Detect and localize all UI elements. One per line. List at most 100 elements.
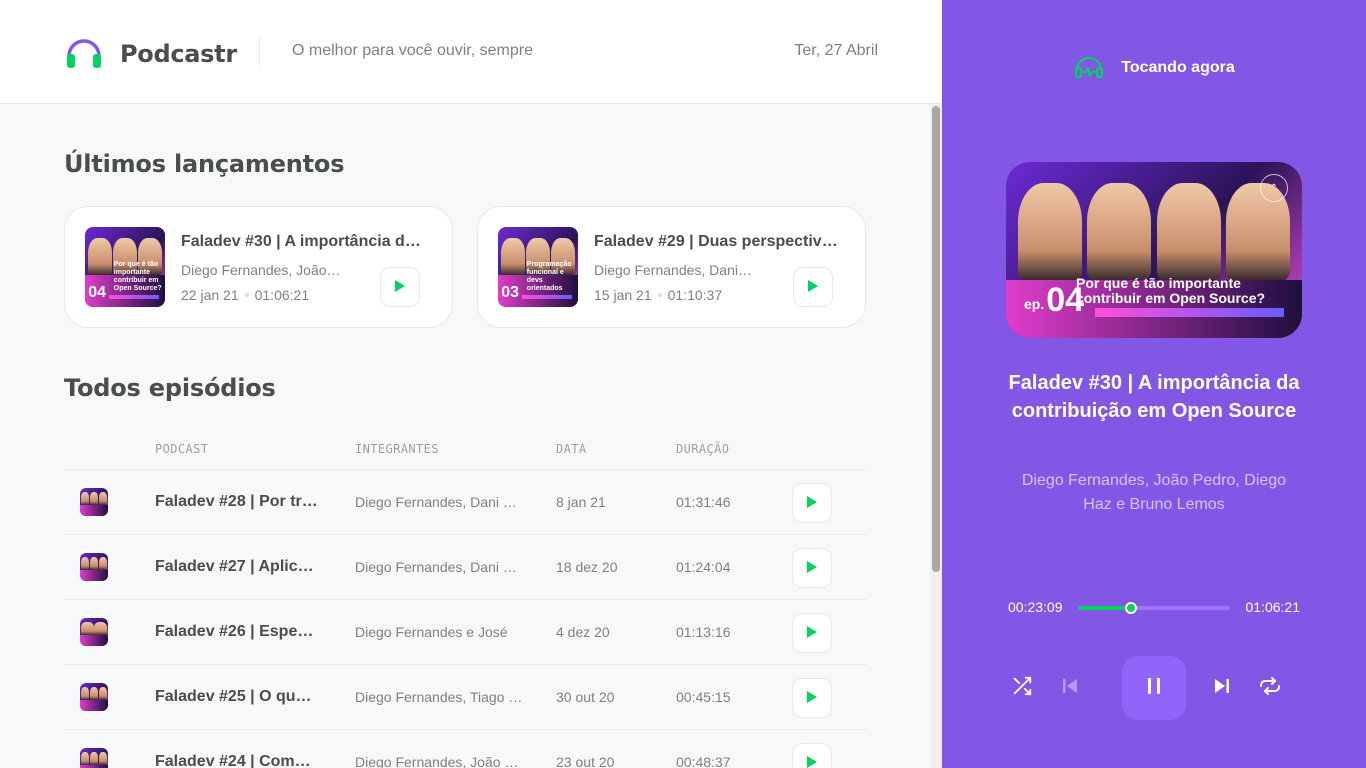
episode-title[interactable]: Faladev #29 | Duas perspectivas sobre o … [594,233,838,251]
now-playing-members: Diego Fernandes, João Pedro, Diego Haz e… [1021,472,1287,513]
episode-duration: 00:45:15 [676,689,731,705]
column-header-date: DATA [556,442,587,456]
episode-thumbnail: 03 Programação funcional e devs orientad… [498,227,578,307]
next-icon [1212,676,1232,700]
episode-duration: 01:31:46 [676,494,731,510]
play-icon [394,278,406,297]
episode-date: 23 out 20 [556,754,615,768]
episode-cover: ep.04 Por que é tão importante contribui… [1006,162,1302,338]
table-row[interactable]: Faladev #24 | Comunidade Diego Fernandes… [64,730,866,768]
pause-icon [1143,675,1165,701]
headphones-logo-icon [64,32,104,76]
repeat-icon [1258,674,1282,702]
episode-title[interactable]: Faladev #27 | Aplicações reais [155,558,320,576]
episode-title[interactable]: Faladev #25 | O que faz um bom dev [155,688,320,706]
next-button[interactable] [1206,672,1238,704]
shuffle-button[interactable] [1006,672,1038,704]
header-divider [259,36,260,66]
latest-section-title: Últimos lançamentos [64,150,345,178]
episode-duration: 01:06:21 [254,287,310,303]
thumbnail-episode-number: 03 [501,284,519,302]
current-date: Ter, 27 Abril [794,42,878,59]
app-name: Podcastr [120,40,237,68]
episode-thumbnail: 04 Por que é tão importante contribuir e… [85,227,165,307]
play-episode-button[interactable] [792,613,832,653]
thumbnail-episode-number: 04 [88,284,106,302]
progress-handle[interactable] [1125,602,1138,614]
scrollbar[interactable] [930,104,942,768]
episode-duration: 01:24:04 [676,559,731,575]
player-panel: Tocando agora ep.04 Por que é tão import… [942,0,1366,768]
play-episode-button[interactable] [380,267,420,307]
episode-members: Diego Fernandes, Tiago Luchtenberg [355,689,525,705]
episode-title[interactable]: Faladev #30 | A importância da contribui… [181,233,425,251]
logo[interactable]: Podcastr [64,32,237,76]
play-episode-button[interactable] [792,743,832,768]
play-icon [806,689,818,708]
play-icon [806,494,818,513]
episode-thumbnail [80,618,108,646]
previous-icon [1060,676,1080,700]
episode-title[interactable]: Faladev #24 | Comunidade [155,753,320,768]
all-episodes-section-title: Todos episódios [64,374,276,402]
cover-caption: Por que é tão importante contribuir em O… [1076,275,1266,306]
episode-date: 8 jan 21 [556,494,606,510]
shuffle-icon [1011,675,1033,701]
player-controls [1006,656,1302,720]
headphones-pulse-icon [1073,50,1105,86]
play-episode-button[interactable] [793,267,833,307]
episode-date: 4 dez 20 [556,624,610,640]
play-icon [807,278,819,297]
now-playing-title: Faladev #30 | A importância da contribui… [1008,372,1300,422]
episode-date: 22 jan 21 [181,287,239,303]
episode-meta: 15 jan 21 01:10:37 [594,287,722,303]
episode-duration: 01:13:16 [676,624,731,640]
play-episode-button[interactable] [792,548,832,588]
play-episode-button[interactable] [792,483,832,523]
previous-button[interactable] [1054,672,1086,704]
progress-slider[interactable] [1078,602,1230,614]
episode-duration: 01:10:37 [667,287,723,303]
total-time: 01:06:21 [1245,599,1301,615]
episode-title[interactable]: Faladev #28 | Por trás do código [155,493,320,511]
column-header-duration: DURAÇÃO [676,442,730,456]
show-logo-icon: ⌃ [1260,174,1288,202]
latest-episode-card[interactable]: 04 Por que é tão importante contribuir e… [64,206,453,328]
column-header-podcast: PODCAST [155,442,209,456]
scrollbar-thumb[interactable] [932,106,940,572]
table-row[interactable]: Faladev #26 | Especialistas Diego Fernan… [64,600,866,665]
episode-meta: 22 jan 21 01:06:21 [181,287,309,303]
table-row[interactable]: Faladev #27 | Aplicações reais Diego Fer… [64,535,866,600]
top-header: Podcastr O melhor para você ouvir, sempr… [0,0,942,104]
meta-separator [657,292,662,297]
repeat-button[interactable] [1254,672,1286,704]
episode-thumbnail [80,748,108,768]
episode-date: 18 dez 20 [556,559,618,575]
play-icon [806,754,818,768]
table-row[interactable]: Faladev #25 | O que faz um bom dev Diego… [64,665,866,730]
episode-date: 30 out 20 [556,689,615,705]
episode-members: Diego Fernandes e José [355,624,508,640]
main-content: Podcastr O melhor para você ouvir, sempr… [0,0,942,768]
episode-date: 15 jan 21 [594,287,652,303]
episode-thumbnail [80,488,108,516]
play-icon [806,559,818,578]
thumbnail-caption: Programação funcional e devs orientados [526,260,572,292]
play-icon [806,624,818,643]
table-row[interactable]: Faladev #28 | Por trás do código Diego F… [64,470,866,535]
latest-episode-card[interactable]: 03 Programação funcional e devs orientad… [477,206,866,328]
episode-title[interactable]: Faladev #26 | Especialistas [155,623,320,641]
cover-episode-prefix: ep. [1024,296,1045,312]
episode-members: Diego Fernandes, João Pedro [355,754,525,768]
episode-members: Diego Fernandes, Dani Monteiro [355,494,525,510]
progress: 00:23:09 01:06:21 [1008,598,1300,618]
progress-fill [1078,606,1132,610]
thumbnail-caption: Por que é tão importante contribuir em O… [113,260,162,292]
episode-thumbnail [80,683,108,711]
now-playing-label: Tocando agora [1121,59,1235,76]
tagline: O melhor para você ouvir, sempre [292,42,533,59]
pause-button[interactable] [1122,656,1186,720]
current-time: 00:23:09 [1008,599,1063,615]
episode-thumbnail [80,553,108,581]
play-episode-button[interactable] [792,678,832,718]
